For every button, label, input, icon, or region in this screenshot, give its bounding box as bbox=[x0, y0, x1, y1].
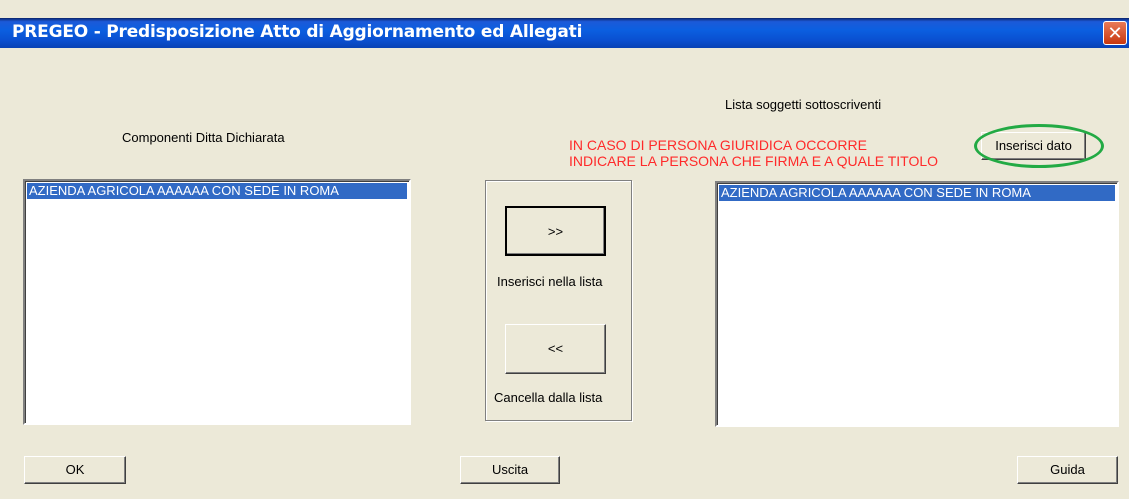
warning-text: IN CASO DI PERSONA GIURIDICA OCCORRE IND… bbox=[569, 137, 938, 169]
help-button[interactable]: Guida bbox=[1017, 456, 1118, 484]
exit-button[interactable]: Uscita bbox=[460, 456, 560, 484]
remove-from-list-button[interactable]: << bbox=[505, 324, 606, 374]
add-caption: Inserisci nella lista bbox=[497, 274, 603, 289]
right-list-heading: Lista soggetti sottoscriventi bbox=[725, 97, 882, 112]
list-item[interactable]: AZIENDA AGRICOLA AAAAAA CON SEDE IN ROMA bbox=[27, 183, 407, 199]
window-title: PREGEO - Predisposizione Atto di Aggiorn… bbox=[12, 22, 583, 42]
dialog-window: PREGEO - Predisposizione Atto di Aggiorn… bbox=[0, 0, 1129, 499]
list-item[interactable]: AZIENDA AGRICOLA AAAAAA CON SEDE IN ROMA bbox=[719, 185, 1115, 201]
right-listbox[interactable]: AZIENDA AGRICOLA AAAAAA CON SEDE IN ROMA bbox=[715, 181, 1119, 427]
left-list-heading: Componenti Ditta Dichiarata bbox=[122, 130, 285, 145]
ok-button[interactable]: OK bbox=[24, 456, 126, 484]
highlight-ellipse bbox=[974, 124, 1104, 168]
warning-line-2: INDICARE LA PERSONA CHE FIRMA E A QUALE … bbox=[569, 153, 939, 169]
warning-line-1: IN CASO DI PERSONA GIURIDICA OCCORRE bbox=[569, 137, 867, 153]
left-listbox[interactable]: AZIENDA AGRICOLA AAAAAA CON SEDE IN ROMA bbox=[23, 179, 411, 425]
close-button[interactable]: ✕ bbox=[1103, 21, 1127, 45]
title-bar[interactable]: PREGEO - Predisposizione Atto di Aggiorn… bbox=[0, 18, 1129, 48]
add-to-list-button[interactable]: >> bbox=[505, 206, 606, 256]
remove-caption: Cancella dalla lista bbox=[494, 390, 603, 405]
close-icon: ✕ bbox=[1107, 23, 1123, 44]
